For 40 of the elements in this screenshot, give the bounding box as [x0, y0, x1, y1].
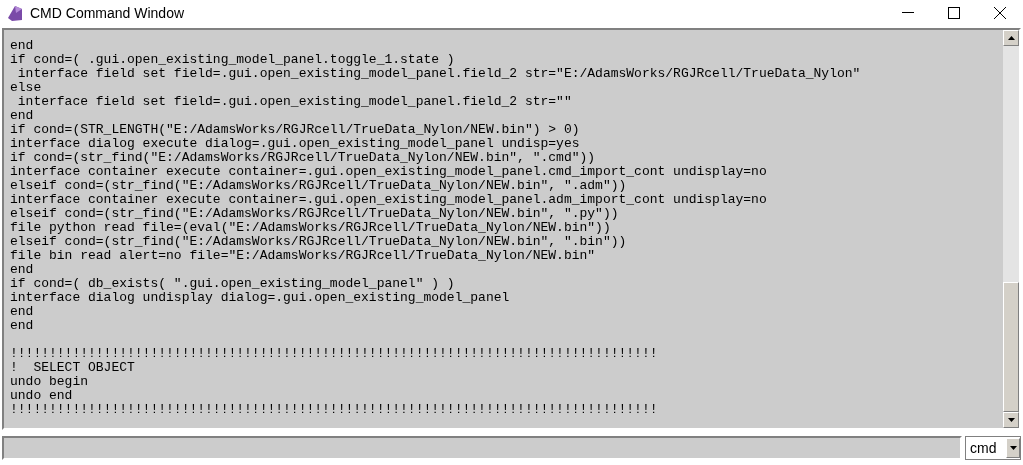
up-arrow-icon [1007, 36, 1015, 40]
log-line: !!!!!!!!!!!!!!!!!!!!!!!!!!!!!!!!!!!!!!!!!!!!!!!!!!!!!!!!!!!!!!!!!!!!!!!!!!!!!!!!!!! [10, 403, 658, 417]
log-line: if cond=(STR_LENGTH("E:/AdamsWorks/RGJRcell/TrueData_Nylon/NEW.bin") > 0) [10, 123, 580, 137]
log-line: file bin read alert=no file="E:/AdamsWorks/RGJRcell/TrueData_Nylon/NEW.bin" [10, 249, 596, 263]
log-line: interface field set field=.gui.open_existing_model_panel.field_2 str="E:/AdamsWorks/RGJRcell/TrueData_Nylon" [16, 67, 861, 81]
window-title: CMD Command Window [30, 3, 185, 23]
app-icon [6, 4, 24, 22]
log-line: end [10, 305, 34, 319]
log-line: end [10, 39, 34, 53]
maximize-icon [948, 7, 960, 19]
caret-icon [1009, 446, 1017, 450]
log-line: undo begin [10, 375, 88, 389]
scroll-down-button[interactable] [1003, 412, 1019, 428]
log-line: !!!!!!!!!!!!!!!!!!!!!!!!!!!!!!!!!!!!!!!!!!!!!!!!!!!!!!!!!!!!!!!!!!!!!!!!!!!!!!!!!!! [10, 347, 658, 361]
scroll-up-button[interactable] [1003, 30, 1019, 46]
log-line: interface dialog undisplay dialog=.gui.open_existing_model_panel [10, 291, 510, 305]
log-line: end [10, 319, 34, 333]
log-line: elseif cond=(str_find("E:/AdamsWorks/RGJRcell/TrueData_Nylon/NEW.bin", ".bin")) [10, 235, 627, 249]
log-line: interface container execute container=.gui.open_existing_model_panel.cmd_import_cont undisplay=no [10, 165, 767, 179]
log-line: if cond=( db_exists( ".gui.open_existing_model_panel" ) ) [10, 277, 455, 291]
log-line: interface dialog execute dialog=.gui.open_existing_model_panel undisp=yes [10, 137, 580, 151]
command-input[interactable] [2, 436, 962, 460]
log-line: interface field set field=.gui.open_existing_model_panel.field_2 str="" [16, 95, 572, 109]
log-line: elseif cond=(str_find("E:/AdamsWorks/RGJRcell/TrueData_Nylon/NEW.bin", ".adm")) [10, 179, 627, 193]
close-icon [994, 7, 1006, 19]
log-line: file python read file=(eval("E:/AdamsWorks/RGJRcell/TrueData_Nylon/NEW.bin")) [10, 221, 611, 235]
log-line: interface container execute container=.gui.open_existing_model_panel.adm_import_cont undisplay=no [10, 193, 767, 207]
log-line: end [10, 109, 34, 123]
log-line: if cond=( .gui.open_existing_model_panel.toggle_1.state ) [10, 53, 455, 67]
log-line: end [10, 263, 34, 277]
log-line: if cond=(str_find("E:/AdamsWorks/RGJRcell/TrueData_Nylon/NEW.bin", ".cmd")) [10, 151, 596, 165]
log-line: undo end [10, 389, 73, 403]
log-line: else [10, 81, 42, 95]
scroll-thumb[interactable] [1003, 282, 1019, 412]
minimize-icon [902, 12, 914, 14]
log-line: elseif cond=(str_find("E:/AdamsWorks/RGJRcell/TrueData_Nylon/NEW.bin", ".py")) [10, 207, 619, 221]
down-arrow-icon [1007, 418, 1015, 422]
scrollbar[interactable] [1003, 30, 1019, 428]
mode-select[interactable]: cmd [965, 436, 1021, 460]
log-line: ! SELECT OBJECT [10, 361, 135, 375]
